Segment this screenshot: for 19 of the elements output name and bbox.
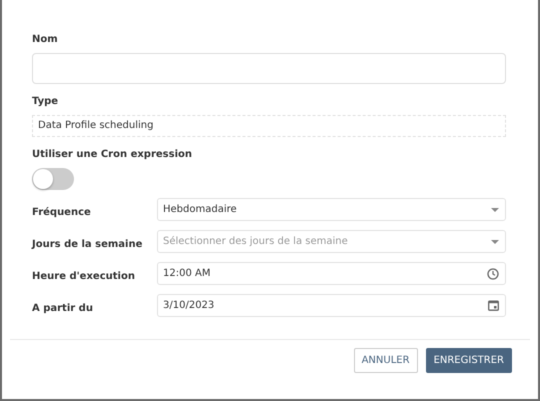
calendar-icon — [488, 300, 499, 311]
field-label: Utiliser une Cron expression — [32, 149, 192, 160]
input-field[interactable] — [32, 53, 506, 84]
date-field[interactable]: 3/10/2023 — [157, 294, 506, 317]
save-button[interactable]: ENREGISTRER — [426, 348, 512, 373]
type-field: Data Profile scheduling — [32, 115, 506, 137]
clock-icon — [487, 268, 499, 280]
dropdown-field[interactable]: Hebdomadaire — [157, 198, 506, 221]
field-label: Nom — [32, 34, 58, 45]
field-label: Type — [32, 96, 58, 107]
caret-icon — [491, 240, 499, 244]
caret-icon — [491, 208, 499, 212]
field-label: A partir du — [32, 302, 94, 314]
field-label: Heure d'execution — [32, 270, 136, 282]
field-label: Fréquence — [32, 206, 92, 218]
cancel-button[interactable]: ANNULER — [354, 348, 418, 373]
time-field[interactable]: 12:00 AM — [157, 262, 506, 285]
field-label: Jours de la semaine — [32, 238, 144, 250]
toggle-switch[interactable] — [32, 168, 74, 190]
